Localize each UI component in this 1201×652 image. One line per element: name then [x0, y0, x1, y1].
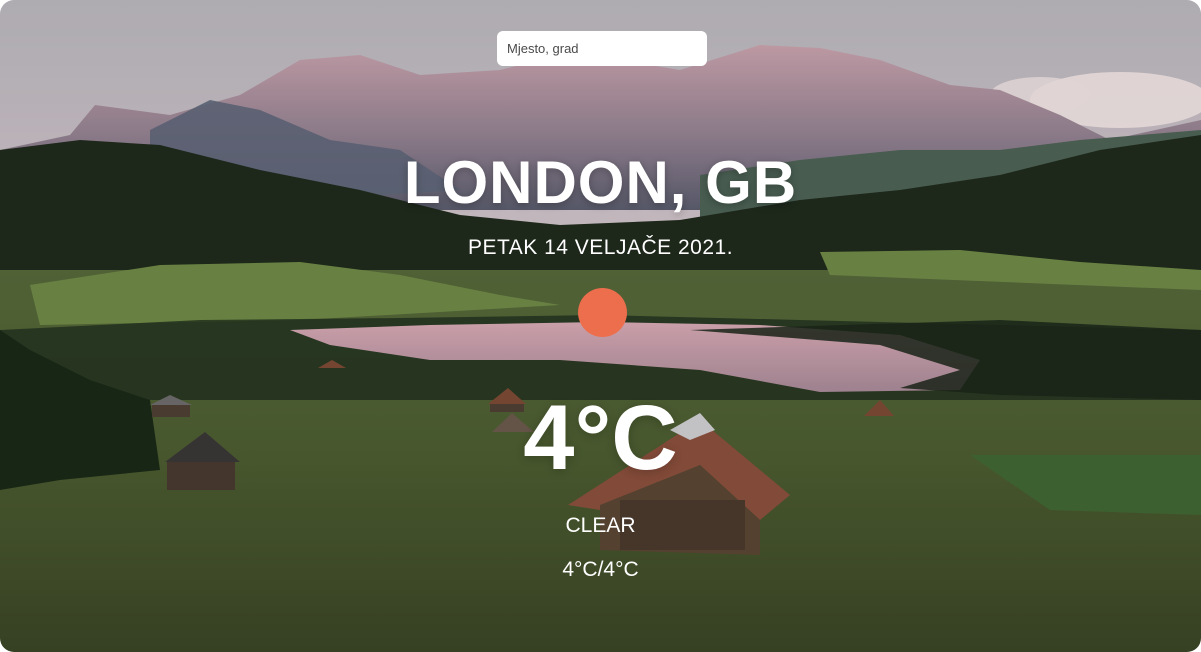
- temperature-min-max: 4°C/4°C: [562, 558, 639, 581]
- sun-icon: [578, 288, 627, 337]
- city-name: LONDON, GB: [403, 149, 798, 216]
- weather-content: LONDON, GB PETAK 14 VELJAČE 2021. 4°C CL…: [0, 0, 1201, 652]
- temperature: 4°C: [523, 387, 678, 489]
- weather-app: LONDON, GB PETAK 14 VELJAČE 2021. 4°C CL…: [0, 0, 1201, 652]
- current-date: PETAK 14 VELJAČE 2021.: [467, 236, 734, 259]
- weather-condition: CLEAR: [565, 514, 636, 537]
